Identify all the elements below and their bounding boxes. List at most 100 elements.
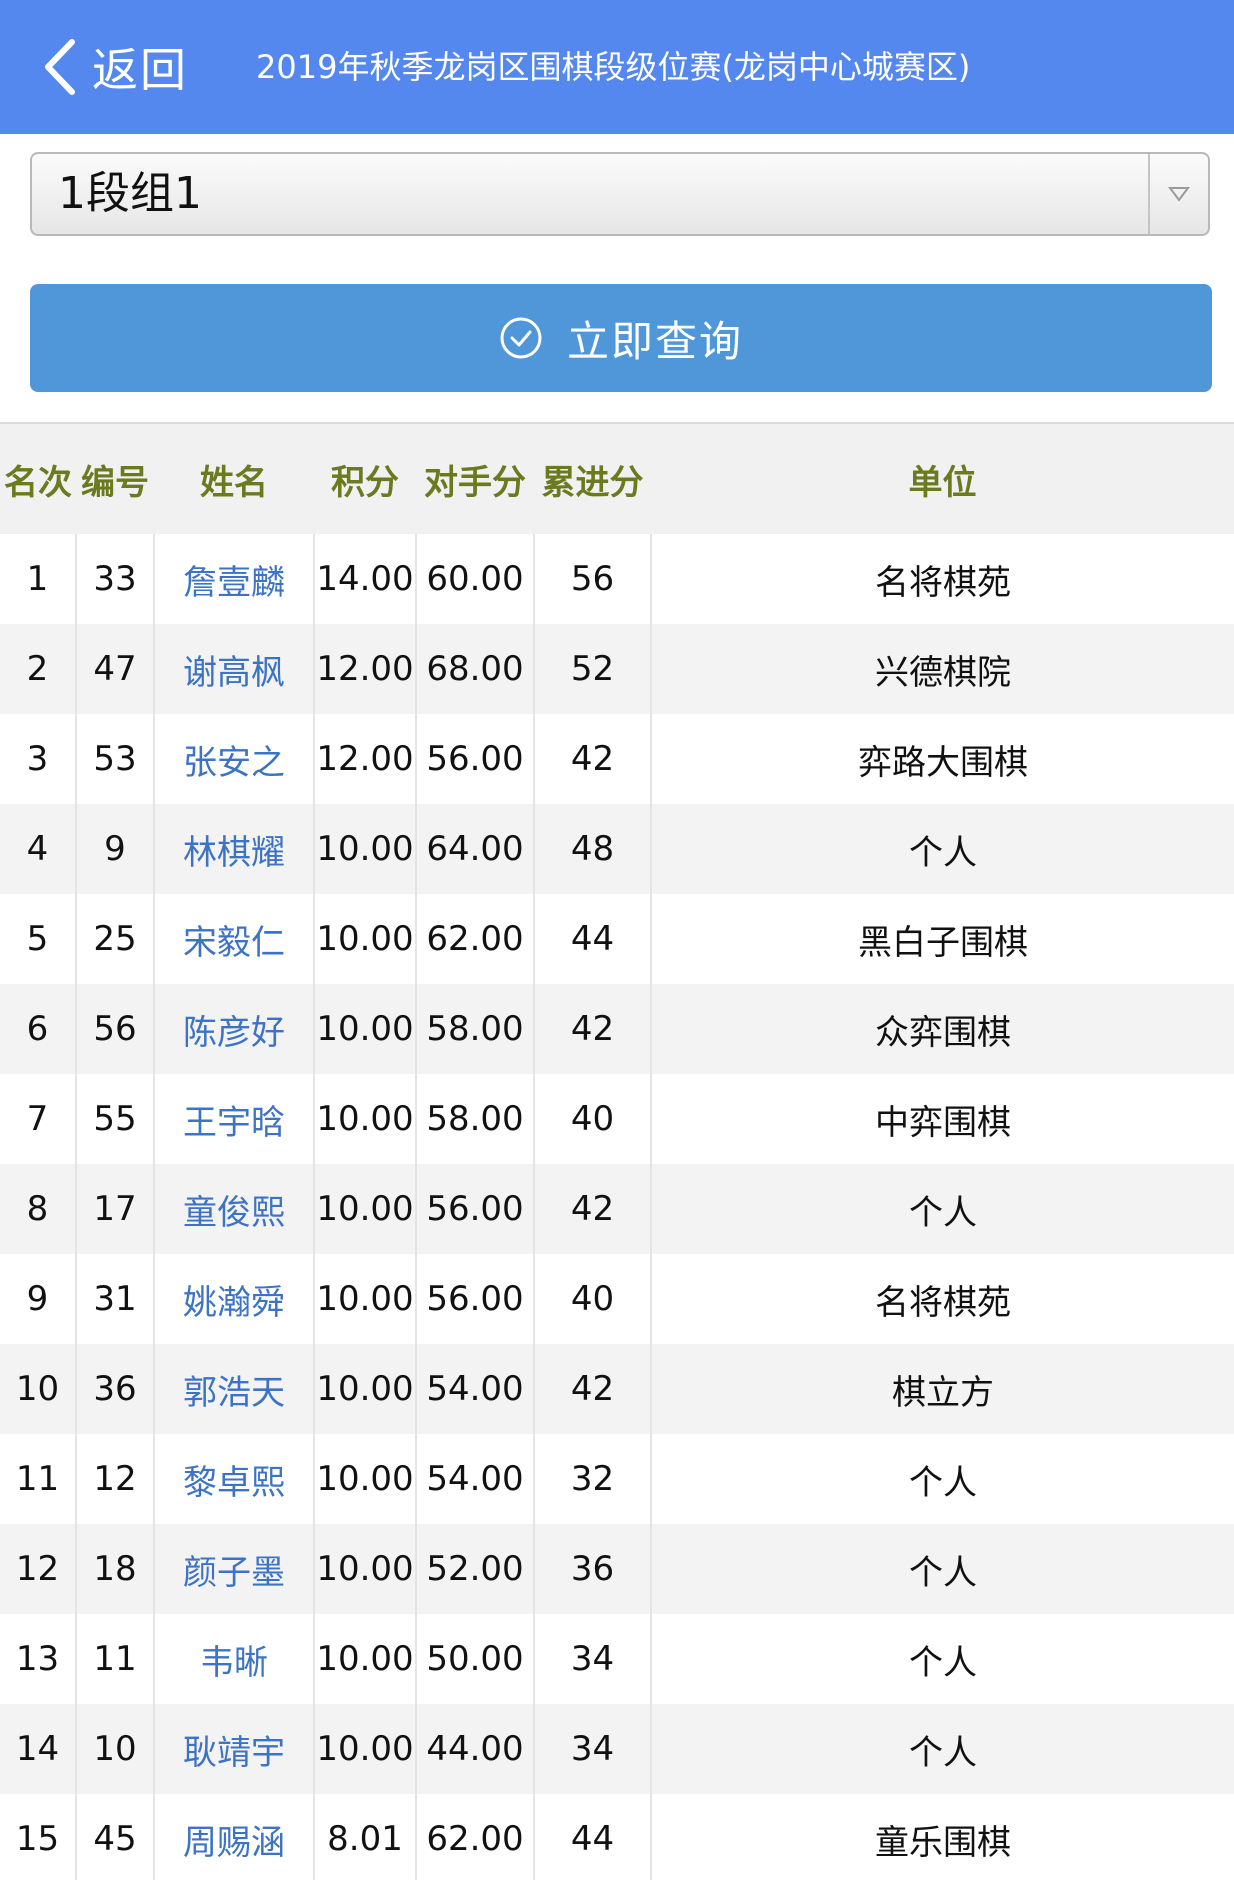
opponent-score-cell: 68.00 bbox=[416, 624, 535, 714]
table-row: 10 36 郭浩天 10.00 54.00 42 棋立方 bbox=[0, 1344, 1234, 1434]
table-row: 15 45 周赐涵 8.01 62.00 44 童乐围棋 bbox=[0, 1794, 1234, 1880]
table-row: 6 56 陈彦好 10.00 58.00 42 众弈围棋 bbox=[0, 984, 1234, 1074]
standings-table: 名次 编号 姓名 积分 对手分 累进分 单位 1 33 詹壹麟 14.00 60.00 5… bbox=[0, 424, 1234, 1880]
table-row: 12 18 颜子墨 10.00 52.00 36 个人 bbox=[0, 1524, 1234, 1614]
id-cell: 55 bbox=[76, 1074, 155, 1164]
opponent-score-cell: 62.00 bbox=[416, 1794, 535, 1880]
opponent-score-cell: 54.00 bbox=[416, 1434, 535, 1524]
id-cell: 53 bbox=[76, 714, 155, 804]
id-cell: 31 bbox=[76, 1254, 155, 1344]
player-name-link[interactable]: 韦晰 bbox=[154, 1614, 315, 1704]
id-cell: 25 bbox=[76, 894, 155, 984]
id-cell: 18 bbox=[76, 1524, 155, 1614]
query-button-label: 立即查询 bbox=[566, 316, 743, 366]
col-header-score: 积分 bbox=[314, 424, 416, 534]
opponent-score-cell: 58.00 bbox=[416, 1074, 535, 1164]
score-cell: 10.00 bbox=[314, 1614, 417, 1704]
score-cell: 10.00 bbox=[314, 1344, 417, 1434]
player-name-link[interactable]: 黎卓熙 bbox=[154, 1434, 315, 1524]
opponent-score-cell: 64.00 bbox=[416, 804, 535, 894]
id-cell: 17 bbox=[76, 1164, 155, 1254]
check-circle-icon bbox=[500, 317, 542, 359]
unit-cell: 童乐围棋 bbox=[651, 1794, 1234, 1880]
player-name-link[interactable]: 周赐涵 bbox=[154, 1794, 315, 1880]
page-title: 2019年秋季龙岗区围棋段级位赛(龙岗中心城赛区) bbox=[256, 48, 971, 86]
group-select-value: 1段组1 bbox=[58, 168, 202, 219]
id-cell: 9 bbox=[76, 804, 155, 894]
rank-cell: 1 bbox=[0, 534, 77, 624]
table-header-row: 名次 编号 姓名 积分 对手分 累进分 单位 bbox=[0, 424, 1234, 534]
score-cell: 8.01 bbox=[314, 1794, 417, 1880]
player-name-link[interactable]: 童俊熙 bbox=[154, 1164, 315, 1254]
unit-cell: 棋立方 bbox=[651, 1344, 1234, 1434]
query-button[interactable]: 立即查询 bbox=[30, 284, 1212, 392]
table-body: 1 33 詹壹麟 14.00 60.00 56 名将棋苑 2 47 谢高枫 12.00 68.00 52… bbox=[0, 534, 1234, 1880]
progressive-score-cell: 42 bbox=[534, 984, 652, 1074]
player-name-link[interactable]: 颜子墨 bbox=[154, 1524, 315, 1614]
rank-cell: 6 bbox=[0, 984, 77, 1074]
score-cell: 14.00 bbox=[314, 534, 417, 624]
table-row: 4 9 林棋耀 10.00 64.00 48 个人 bbox=[0, 804, 1234, 894]
score-cell: 10.00 bbox=[314, 1254, 417, 1344]
standings-table-wrap: 名次 编号 姓名 积分 对手分 累进分 单位 1 33 詹壹麟 14.00 60.00 5… bbox=[0, 422, 1234, 1880]
table-row: 3 53 张安之 12.00 56.00 42 弈路大围棋 bbox=[0, 714, 1234, 804]
opponent-score-cell: 52.00 bbox=[416, 1524, 535, 1614]
id-cell: 45 bbox=[76, 1794, 155, 1880]
table-row: 2 47 谢高枫 12.00 68.00 52 兴德棋院 bbox=[0, 624, 1234, 714]
col-header-progressive-score: 累进分 bbox=[534, 424, 651, 534]
progressive-score-cell: 36 bbox=[534, 1524, 652, 1614]
unit-cell: 个人 bbox=[651, 1524, 1234, 1614]
chevron-left-icon bbox=[45, 39, 75, 95]
player-name-link[interactable]: 詹壹麟 bbox=[154, 534, 315, 624]
table-row: 13 11 韦晰 10.00 50.00 34 个人 bbox=[0, 1614, 1234, 1704]
unit-cell: 个人 bbox=[651, 1614, 1234, 1704]
progressive-score-cell: 48 bbox=[534, 804, 652, 894]
progressive-score-cell: 32 bbox=[534, 1434, 652, 1524]
player-name-link[interactable]: 耿靖宇 bbox=[154, 1704, 315, 1794]
score-cell: 10.00 bbox=[314, 1704, 417, 1794]
table-row: 14 10 耿靖宇 10.00 44.00 34 个人 bbox=[0, 1704, 1234, 1794]
score-cell: 10.00 bbox=[314, 1074, 417, 1164]
player-name-link[interactable]: 郭浩天 bbox=[154, 1344, 315, 1434]
back-button[interactable]: 返回 bbox=[40, 36, 188, 98]
select-arrow[interactable] bbox=[1148, 154, 1208, 234]
player-name-link[interactable]: 谢高枫 bbox=[154, 624, 315, 714]
id-cell: 36 bbox=[76, 1344, 155, 1434]
player-name-link[interactable]: 姚瀚舜 bbox=[154, 1254, 315, 1344]
progressive-score-cell: 42 bbox=[534, 1164, 652, 1254]
progressive-score-cell: 42 bbox=[534, 714, 652, 804]
col-header-opponent-score: 对手分 bbox=[416, 424, 534, 534]
score-cell: 10.00 bbox=[314, 1164, 417, 1254]
score-cell: 10.00 bbox=[314, 1524, 417, 1614]
progressive-score-cell: 40 bbox=[534, 1074, 652, 1164]
rank-cell: 7 bbox=[0, 1074, 77, 1164]
id-cell: 47 bbox=[76, 624, 155, 714]
score-cell: 12.00 bbox=[314, 714, 417, 804]
player-name-link[interactable]: 王宇晗 bbox=[154, 1074, 315, 1164]
player-name-link[interactable]: 陈彦好 bbox=[154, 984, 315, 1074]
group-select[interactable]: 1段组1 bbox=[30, 152, 1210, 236]
player-name-link[interactable]: 宋毅仁 bbox=[154, 894, 315, 984]
rank-cell: 2 bbox=[0, 624, 77, 714]
unit-cell: 名将棋苑 bbox=[651, 1254, 1234, 1344]
col-header-id: 编号 bbox=[76, 424, 154, 534]
score-cell: 10.00 bbox=[314, 894, 417, 984]
player-name-link[interactable]: 林棋耀 bbox=[154, 804, 315, 894]
app-header: 返回 2019年秋季龙岗区围棋段级位赛(龙岗中心城赛区) bbox=[0, 0, 1234, 134]
progressive-score-cell: 44 bbox=[534, 894, 652, 984]
score-cell: 10.00 bbox=[314, 984, 417, 1074]
progressive-score-cell: 34 bbox=[534, 1614, 652, 1704]
progressive-score-cell: 40 bbox=[534, 1254, 652, 1344]
id-cell: 10 bbox=[76, 1704, 155, 1794]
opponent-score-cell: 50.00 bbox=[416, 1614, 535, 1704]
player-name-link[interactable]: 张安之 bbox=[154, 714, 315, 804]
table-row: 1 33 詹壹麟 14.00 60.00 56 名将棋苑 bbox=[0, 534, 1234, 624]
rank-cell: 13 bbox=[0, 1614, 77, 1704]
rank-cell: 14 bbox=[0, 1704, 77, 1794]
opponent-score-cell: 54.00 bbox=[416, 1344, 535, 1434]
triangle-down-icon bbox=[1168, 187, 1190, 202]
unit-cell: 个人 bbox=[651, 1704, 1234, 1794]
score-cell: 10.00 bbox=[314, 1434, 417, 1524]
rank-cell: 12 bbox=[0, 1524, 77, 1614]
back-label: 返回 bbox=[92, 43, 188, 97]
